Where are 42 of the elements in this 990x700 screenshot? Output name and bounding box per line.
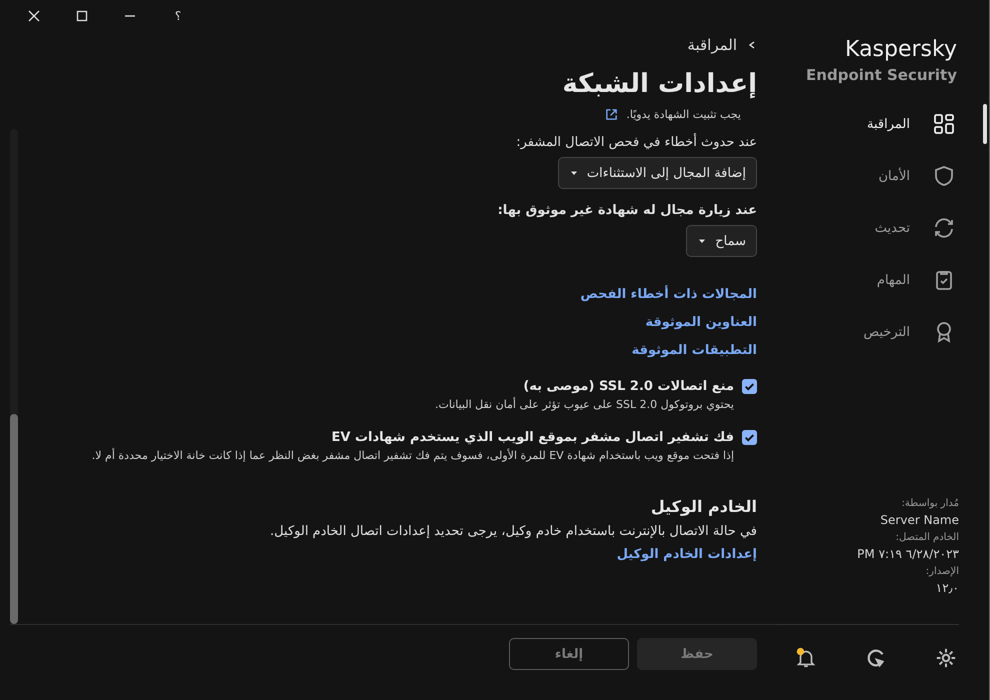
dropdown[interactable]: سماح (686, 225, 757, 257)
page-title: إعدادات الشبكة (562, 68, 757, 101)
checkbox[interactable] (742, 430, 757, 445)
proxy-settings-link[interactable]: إعدادات الخادم الوكيل (616, 545, 757, 565)
brand-name: Kaspersky (845, 36, 957, 64)
grid-icon (932, 112, 956, 136)
nav-item[interactable]: تحديث (779, 202, 989, 254)
scrollbar-thumb[interactable] (10, 414, 18, 624)
info-value: ٦/٢٨/٢٠٢٣ ٧:١٩ PM (857, 546, 959, 562)
info-value: Server Name (880, 512, 959, 528)
nav-item[interactable]: الأمان (779, 150, 989, 202)
info-label: مُدار بواسطة: (902, 497, 959, 511)
back-link[interactable]: المراقبة (687, 36, 757, 54)
checkbox[interactable] (742, 379, 757, 394)
product-name: Endpoint Security (806, 65, 957, 86)
checkbox-label: فك تشفير اتصال مشفر بموقع الويب الذي يستخدم شهادات EV (332, 430, 734, 445)
checkbox-description: إذا فتحت موقع ويب باستخدام شهادة EV للمرة الأولى، فسوف يتم فك تشفير اتصال مشفر بغض النظر عما إذا كانت خانة الاختيار محددة أم لا. (92, 449, 734, 463)
nav-item[interactable]: المهام (779, 254, 989, 306)
checkbox-label: منع اتصالات SSL 2.0 (موصى به) (523, 379, 734, 394)
section-heading: الخادم الوكيل (650, 497, 757, 516)
setting-label: عند زيارة مجال له شهادة غير موثوق بها: (498, 203, 757, 218)
setting-label: عند حدوث أخطاء في فحص الاتصال المشفر: (516, 135, 757, 150)
bell-icon[interactable] (795, 646, 817, 668)
link[interactable]: التطبيقات الموثوقة (632, 341, 757, 361)
shield-icon (932, 164, 956, 188)
info-label: الإصدار: (926, 565, 959, 579)
link[interactable]: العناوين الموثوقة (645, 313, 757, 333)
external-link-icon[interactable] (605, 108, 618, 121)
nav-item[interactable]: الترخيص (779, 306, 989, 358)
checkbox-description: يحتوي بروتوكول SSL 2.0 على عيوب تؤثر على أمان نقل البيانات. (435, 398, 734, 412)
note-text: يجب تثبيت الشهادة يدويًا. (626, 108, 741, 121)
sync-icon (932, 216, 956, 240)
nav-item[interactable]: المراقبة (779, 98, 989, 150)
settings-icon[interactable] (935, 646, 957, 668)
section-text: في حالة الاتصال بالإنترنت باستخدام خادم وكيل، يرجى تحديد إعدادات اتصال الخادم الوكيل. (270, 524, 757, 539)
dropdown[interactable]: إضافة المجال إلى الاستثناءات (558, 157, 757, 189)
link[interactable]: المجالات ذات أخطاء الفحص (580, 285, 757, 305)
help-button[interactable]: ؟ (166, 4, 190, 28)
info-value: ١٢٫٠ (936, 580, 959, 596)
chat-icon[interactable] (865, 646, 887, 668)
chevron-icon (747, 40, 757, 50)
info-label: الخادم المتصل: (896, 531, 959, 545)
